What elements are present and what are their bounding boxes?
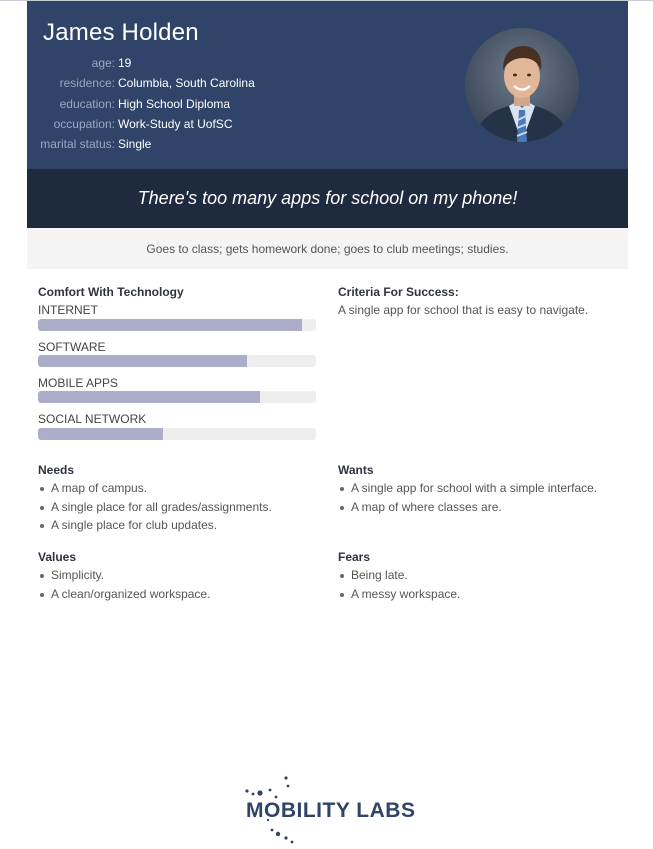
tech-bar-social-network xyxy=(38,428,316,440)
detail-label: marital status: xyxy=(40,137,115,151)
detail-label: residence: xyxy=(59,76,115,90)
quote-band: There's too many apps for school on my p… xyxy=(27,169,628,228)
detail-value: 19 xyxy=(118,56,132,70)
tech-bar-internet xyxy=(38,319,316,331)
list-item: A map of campus. xyxy=(38,479,272,498)
needs-section-title: Needs xyxy=(38,463,75,477)
logo-wordmark: MOBILITY LABS xyxy=(246,799,416,822)
tech-bar-fill xyxy=(38,391,261,403)
detail-label: age: xyxy=(91,56,115,70)
list-item: A clean/organized workspace. xyxy=(38,585,210,604)
tech-label-social-network: SOCIAL NETWORK xyxy=(38,412,147,426)
list-item: A map of where classes are. xyxy=(338,498,597,517)
detail-label: occupation: xyxy=(53,117,115,131)
persona-avatar xyxy=(465,28,579,142)
list-item: A single place for club updates. xyxy=(38,516,272,535)
mobility-labs-logo: MOBILITY LABS xyxy=(240,772,415,844)
detail-row-occupation: occupation: Work-Study at UofSC xyxy=(27,116,387,132)
list-item: Simplicity. xyxy=(38,566,210,585)
detail-value: Columbia, South Carolina xyxy=(118,76,255,90)
detail-row-age: age: 19 xyxy=(27,55,387,71)
tech-label-software: SOFTWARE xyxy=(38,340,106,354)
wants-section-title: Wants xyxy=(338,463,374,477)
tech-bar-mobile-apps xyxy=(38,391,316,403)
persona-quote: There's too many apps for school on my p… xyxy=(137,188,518,208)
list-item: A single place for all grades/assignment… xyxy=(38,498,272,517)
tech-bar-fill xyxy=(38,428,164,440)
persona-summary: Goes to class; gets homework done; goes … xyxy=(146,241,509,256)
list-item: A single app for school with a simple in… xyxy=(338,479,597,498)
detail-value: Single xyxy=(118,137,152,151)
fears-list: Being late. A messy workspace. xyxy=(338,566,460,603)
detail-row-marital-status: marital status: Single xyxy=(27,136,387,152)
tech-section-title: Comfort With Technology xyxy=(38,285,184,299)
persona-header: James Holden age: 19 residence: Columbia… xyxy=(27,1,628,169)
tech-bar-fill xyxy=(38,355,247,367)
tech-label-internet: INTERNET xyxy=(38,303,98,317)
criteria-text: A single app for school that is easy to … xyxy=(338,303,589,317)
tech-label-mobile-apps: MOBILE APPS xyxy=(38,376,119,390)
detail-value: Work-Study at UofSC xyxy=(118,117,233,131)
needs-list: A map of campus. A single place for all … xyxy=(38,479,272,535)
values-section-title: Values xyxy=(38,550,77,564)
detail-value: High School Diploma xyxy=(118,97,231,111)
persona-name: James Holden xyxy=(43,19,199,46)
detail-row-education: education: High School Diploma xyxy=(27,96,387,112)
list-item: Being late. xyxy=(338,566,460,585)
criteria-section-title: Criteria For Success: xyxy=(338,285,459,299)
values-list: Simplicity. A clean/organized workspace. xyxy=(38,566,210,603)
detail-label: education: xyxy=(59,97,115,111)
wants-list: A single app for school with a simple in… xyxy=(338,479,597,516)
list-item: A messy workspace. xyxy=(338,585,460,604)
tech-bar-fill xyxy=(38,319,303,331)
fears-section-title: Fears xyxy=(338,550,371,564)
detail-row-residence: residence: Columbia, South Carolina xyxy=(27,75,387,91)
summary-band: Goes to class; gets homework done; goes … xyxy=(27,228,628,269)
tech-bar-software xyxy=(38,355,316,367)
